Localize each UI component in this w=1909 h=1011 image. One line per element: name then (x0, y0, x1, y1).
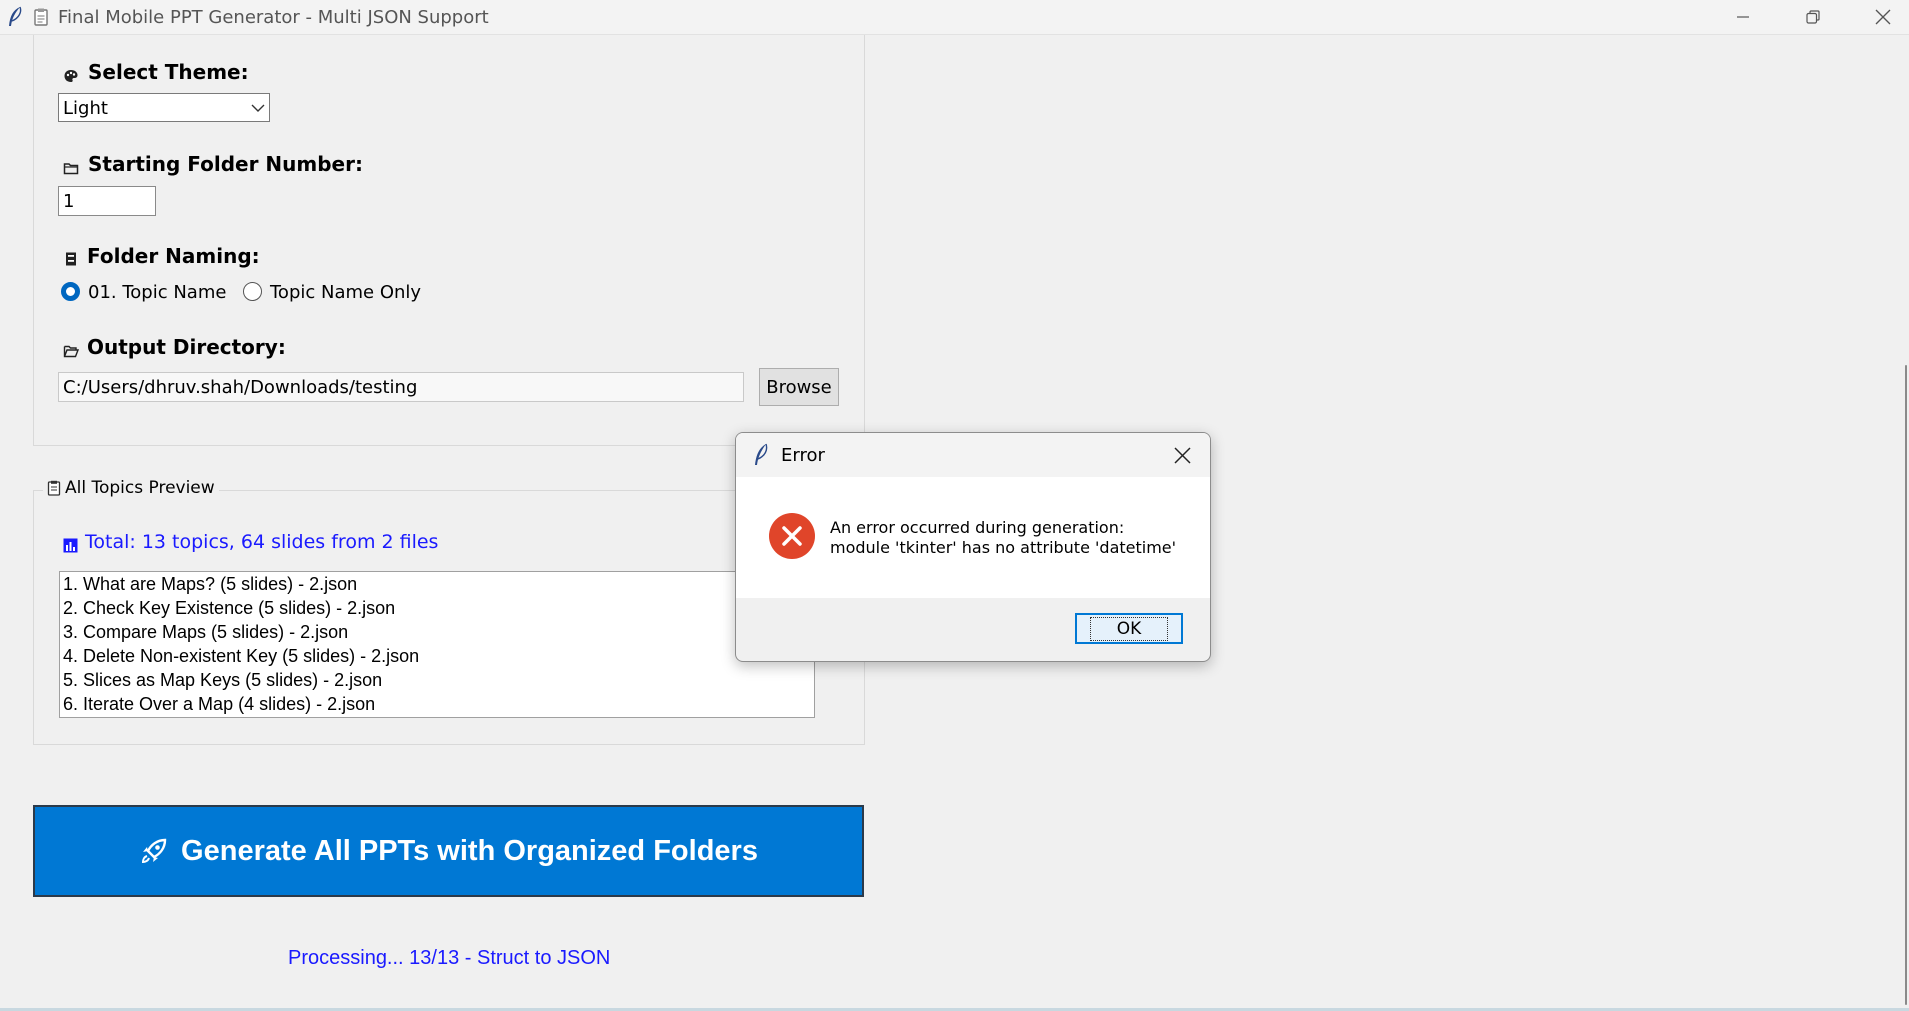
minimize-button[interactable] (1708, 0, 1778, 34)
rocket-icon (142, 838, 167, 864)
chevron-down-icon (251, 104, 265, 112)
ok-button-label: OK (1089, 616, 1169, 641)
window-title: Final Mobile PPT Generator - Multi JSON … (58, 7, 489, 28)
preview-frame-title: All Topics Preview (65, 478, 215, 498)
theme-select-value: Light (63, 98, 108, 119)
ok-button[interactable]: OK (1075, 613, 1183, 644)
naming-option-topic-only-radio[interactable] (243, 282, 262, 301)
dialog-message-line2: module 'tkinter' has no attribute 'datet… (830, 538, 1177, 557)
clipboard-icon (47, 480, 61, 496)
dialog-message: An error occurred during generation: mod… (830, 518, 1176, 558)
naming-label: Folder Naming: (87, 244, 260, 268)
open-folder-icon (63, 345, 79, 358)
generate-button[interactable]: Generate All PPTs with Organized Folders (33, 805, 864, 897)
dialog-message-line1: An error occurred during generation: (830, 518, 1125, 537)
naming-option-numbered-radio[interactable] (61, 282, 80, 301)
preview-total-text: Total: 13 topics, 64 slides from 2 files (85, 531, 439, 553)
start-folder-value: 1 (63, 191, 75, 212)
start-folder-label: Starting Folder Number: (88, 152, 363, 176)
scrollbar[interactable] (1898, 35, 1909, 1010)
browse-button[interactable]: Browse (759, 368, 839, 406)
naming-option-numbered-label: 01. Topic Name (88, 282, 227, 303)
list-item[interactable]: 4. Delete Non-existent Key (5 slides) - … (60, 644, 814, 668)
output-directory-value: C:/Users/dhruv.shah/Downloads/testing (63, 377, 418, 398)
start-folder-input[interactable]: 1 (58, 186, 156, 216)
list-item[interactable]: 3. Compare Maps (5 slides) - 2.json (60, 620, 814, 644)
output-label: Output Directory: (87, 335, 286, 359)
bar-chart-icon (63, 538, 78, 553)
close-icon (1875, 9, 1891, 25)
folder-icon (63, 163, 79, 175)
output-directory-input[interactable]: C:/Users/dhruv.shah/Downloads/testing (58, 372, 744, 402)
dialog-close-button[interactable] (1174, 447, 1191, 464)
status-text: Processing... 13/13 - Struct to JSON (288, 947, 611, 969)
generate-button-label: Generate All PPTs with Organized Folders (181, 834, 758, 867)
dialog-title: Error (781, 445, 825, 466)
dialog-title-bar: Error (736, 433, 1210, 477)
feather-icon (9, 6, 22, 26)
title-bar: Final Mobile PPT Generator - Multi JSON … (0, 0, 1909, 35)
naming-option-topic-only-label: Topic Name Only (270, 282, 422, 303)
list-item[interactable]: 6. Iterate Over a Map (4 slides) - 2.jso… (60, 692, 814, 716)
preview-frame-legend: All Topics Preview (43, 478, 219, 498)
restore-icon (1806, 10, 1820, 24)
restore-button[interactable] (1778, 0, 1848, 34)
list-item[interactable]: 1. What are Maps? (5 slides) - 2.json (60, 572, 814, 596)
scrollbar-thumb[interactable] (1905, 365, 1907, 1005)
close-window-button[interactable] (1848, 0, 1909, 34)
minimize-icon (1737, 16, 1749, 18)
list-item[interactable]: 5. Slices as Map Keys (5 slides) - 2.jso… (60, 668, 814, 692)
cabinet-icon (66, 252, 76, 266)
theme-label: Select Theme: (88, 60, 249, 84)
list-item[interactable]: 2. Check Key Existence (5 slides) - 2.js… (60, 596, 814, 620)
clipboard-icon (34, 8, 48, 26)
error-dialog: Error An error occurred during generatio… (735, 432, 1211, 662)
palette-icon (64, 70, 78, 82)
error-icon (769, 513, 815, 559)
dialog-body: An error occurred during generation: mod… (736, 477, 1210, 598)
feather-icon (755, 443, 768, 465)
topics-listbox[interactable]: 1. What are Maps? (5 slides) - 2.json 2.… (59, 571, 815, 718)
theme-select[interactable]: Light (58, 93, 270, 122)
